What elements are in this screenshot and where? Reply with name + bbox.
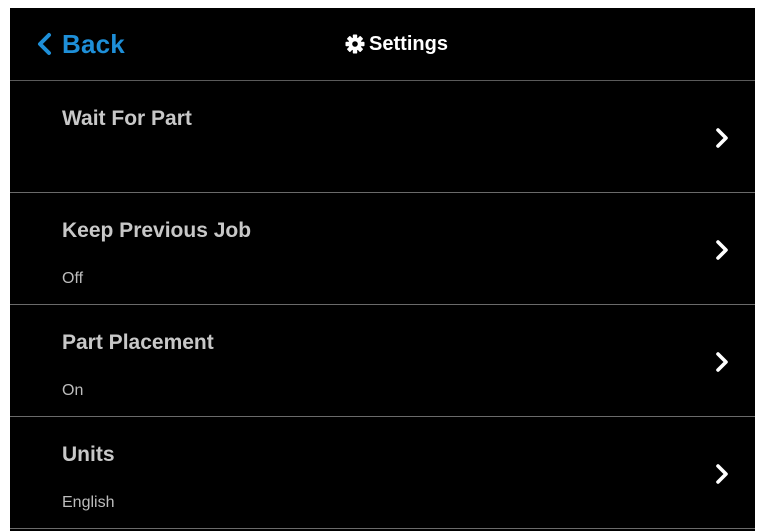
gear-icon xyxy=(345,34,369,54)
setting-value: On xyxy=(62,382,84,399)
header-bar: Back Settings xyxy=(10,8,755,81)
back-label: Back xyxy=(62,28,125,59)
setting-value: English xyxy=(62,494,115,511)
setting-row-keep-previous-job[interactable]: Keep Previous Job Off xyxy=(10,193,755,305)
chevron-right-icon xyxy=(715,351,729,373)
setting-label: Part Placement xyxy=(62,331,214,354)
setting-row-part-placement[interactable]: Part Placement On xyxy=(10,305,755,417)
setting-label: Keep Previous Job xyxy=(62,219,252,242)
chevron-left-icon xyxy=(36,32,52,56)
chevron-right-icon xyxy=(715,239,729,261)
page-title-group: Settings xyxy=(345,33,448,56)
settings-screen: Back Settings Wait For Part Keep Previou… xyxy=(10,8,755,531)
setting-row-wait-for-part[interactable]: Wait For Part xyxy=(10,81,755,193)
page-title: Settings xyxy=(369,32,448,55)
chevron-right-icon xyxy=(715,463,729,485)
settings-list: Wait For Part Keep Previous Job Off Part… xyxy=(10,81,755,529)
setting-row-units[interactable]: Units English xyxy=(10,417,755,529)
setting-value: Off xyxy=(62,270,84,287)
setting-label: Wait For Part xyxy=(62,107,192,130)
chevron-right-icon xyxy=(715,127,729,149)
back-button[interactable]: Back xyxy=(36,24,125,64)
setting-label: Units xyxy=(62,443,115,466)
